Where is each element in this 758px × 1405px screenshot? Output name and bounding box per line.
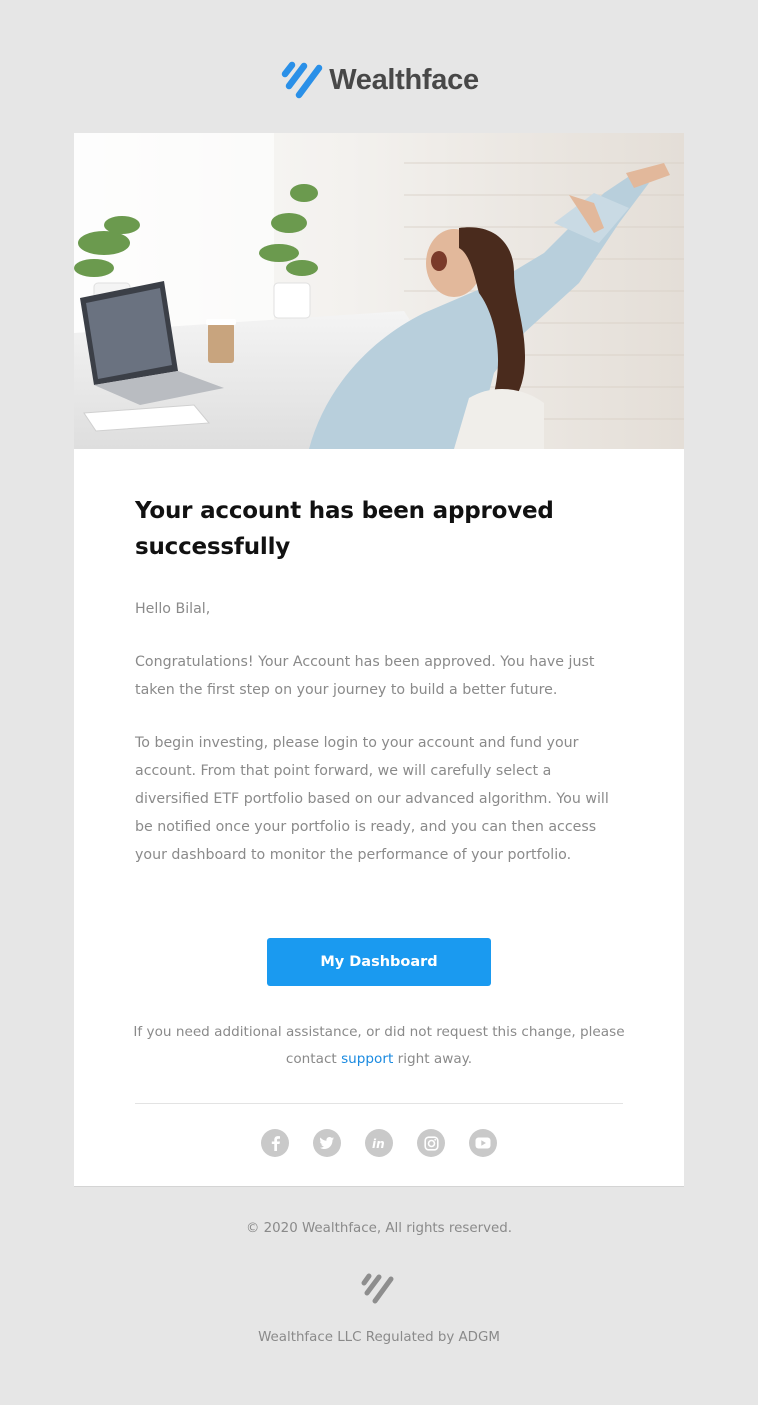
header-logo[interactable]: Wealthface — [0, 58, 758, 102]
greeting-text: Hello Bilal, — [135, 601, 211, 617]
brand-name: Wealthface — [329, 63, 479, 96]
congrats-paragraph: Congratulations! Your Account has been a… — [135, 654, 595, 698]
woman-stretching-at-desk-photo — [74, 133, 684, 449]
assistance-text-after: right away. — [393, 1051, 473, 1067]
support-link[interactable]: support — [341, 1051, 393, 1067]
assistance-text: If you need additional assistance, or di… — [114, 1019, 644, 1073]
linkedin-icon[interactable]: in — [365, 1129, 393, 1157]
youtube-icon[interactable] — [469, 1129, 497, 1157]
svg-text:in: in — [372, 1137, 385, 1151]
wealthface-stripes-icon — [281, 61, 323, 99]
email-card: Your account has been approved successfu… — [74, 133, 684, 1187]
social-links: in — [261, 1129, 497, 1157]
copyright-text: © 2020 Wealthface, All rights reserved. — [245, 1221, 512, 1236]
page-title: Your account has been approved successfu… — [135, 498, 554, 560]
hero-image — [74, 133, 684, 449]
divider — [135, 1103, 623, 1104]
my-dashboard-button[interactable]: My Dashboard — [267, 938, 491, 986]
twitter-icon[interactable] — [313, 1129, 341, 1157]
wealthface-footer-stripes-icon — [361, 1273, 394, 1304]
instagram-icon[interactable] — [417, 1129, 445, 1157]
instructions-paragraph: To begin investing, please login to your… — [135, 735, 609, 863]
facebook-icon[interactable] — [261, 1129, 289, 1157]
regulation-text: Wealthface LLC Regulated by ADGM — [258, 1330, 500, 1345]
